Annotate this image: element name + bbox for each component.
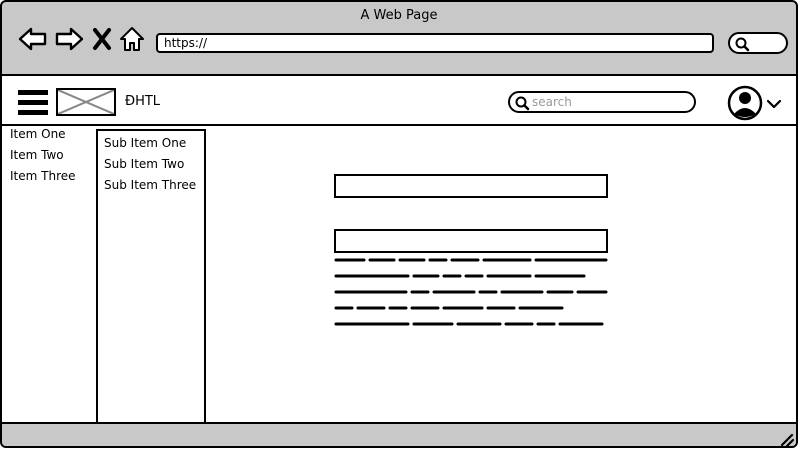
menu-item-one[interactable]: Item One bbox=[10, 126, 76, 147]
browser-window: A Web Page https:// ĐHTL search Item One… bbox=[0, 0, 798, 448]
placeholder-text-block bbox=[334, 258, 608, 326]
search-box[interactable] bbox=[508, 91, 696, 113]
submenu-panel: Sub Item One Sub Item Two Sub Item Three bbox=[96, 129, 206, 424]
site-header: ĐHTL bbox=[2, 74, 796, 126]
submenu-item-one[interactable]: Sub Item One bbox=[104, 135, 196, 156]
text-field-2[interactable] bbox=[334, 229, 608, 253]
submenu-item-two[interactable]: Sub Item Two bbox=[104, 156, 196, 177]
search-icon bbox=[515, 96, 530, 111]
url-field[interactable]: https:// bbox=[156, 33, 714, 53]
arrow-left-icon[interactable] bbox=[18, 26, 48, 52]
menu-item-three[interactable]: Item Three bbox=[10, 168, 76, 189]
arrow-right-icon[interactable] bbox=[54, 26, 84, 52]
search-icon bbox=[735, 37, 750, 52]
browser-search-button[interactable] bbox=[728, 32, 788, 54]
brand-name: ĐHTL bbox=[125, 94, 161, 109]
hamburger-icon[interactable] bbox=[18, 90, 48, 116]
main-content: Item One Item Two Item Three Sub Item On… bbox=[2, 126, 796, 424]
submenu-item-three[interactable]: Sub Item Three bbox=[104, 177, 196, 198]
chevron-down-icon[interactable] bbox=[766, 96, 782, 110]
user-icon[interactable] bbox=[726, 84, 764, 122]
home-icon[interactable] bbox=[118, 26, 146, 52]
text-field-1[interactable] bbox=[334, 174, 608, 198]
menu-item-two[interactable]: Item Two bbox=[10, 147, 76, 168]
resize-handle-icon[interactable] bbox=[780, 432, 795, 446]
status-bar bbox=[2, 424, 796, 446]
side-menu: Item One Item Two Item Three bbox=[10, 126, 76, 189]
close-icon[interactable] bbox=[90, 26, 114, 52]
window-title: A Web Page bbox=[360, 8, 438, 23]
logo-placeholder bbox=[56, 88, 116, 116]
search-input[interactable] bbox=[532, 94, 682, 110]
